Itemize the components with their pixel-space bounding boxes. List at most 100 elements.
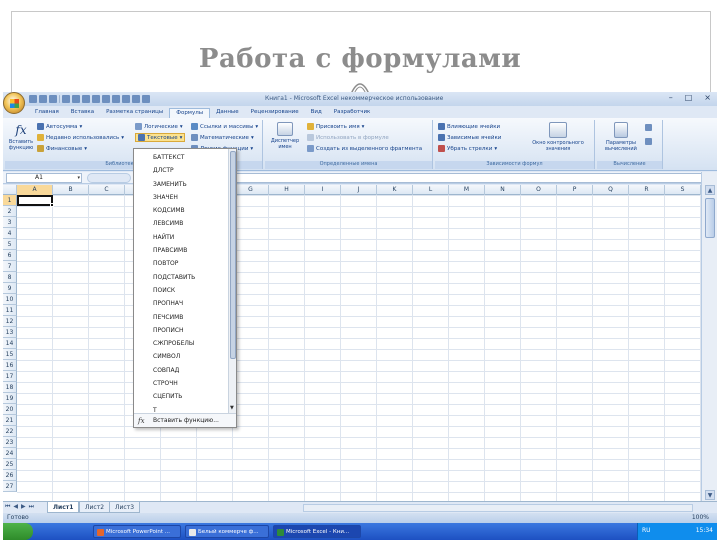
row-header[interactable]: 14 xyxy=(3,338,17,349)
trace-dependents-button[interactable]: Зависимые ячейки xyxy=(438,134,501,141)
dropdown-item[interactable]: НАЙТИ xyxy=(134,231,230,244)
row-header[interactable]: 7 xyxy=(3,261,17,272)
sheet-tab-2[interactable]: Лист2 xyxy=(79,502,111,513)
column-header[interactable]: I xyxy=(305,185,341,195)
tab-home[interactable]: Главная xyxy=(29,108,65,118)
tab-insert[interactable]: Вставка xyxy=(65,108,100,118)
dropdown-item[interactable]: КОДСИМВ xyxy=(134,204,230,217)
column-header[interactable]: S xyxy=(665,185,701,195)
dropdown-item[interactable]: СОВПАД xyxy=(134,364,230,377)
tab-developer[interactable]: Разработчик xyxy=(328,108,377,118)
close-button[interactable]: × xyxy=(704,93,711,102)
customize-qat-icon[interactable] xyxy=(142,95,150,103)
column-header[interactable]: O xyxy=(521,185,557,195)
column-header[interactable]: N xyxy=(485,185,521,195)
row-header[interactable]: 4 xyxy=(3,228,17,239)
calc-options-button[interactable]: Параметры вычислений xyxy=(599,122,643,152)
sheet-tab-1[interactable]: Лист1 xyxy=(47,502,80,513)
column-header[interactable]: M xyxy=(449,185,485,195)
row-header[interactable]: 18 xyxy=(3,382,17,393)
select-all-corner[interactable] xyxy=(3,185,17,195)
tab-view[interactable]: Вид xyxy=(305,108,328,118)
prev-sheet-icon[interactable]: ◀ xyxy=(13,503,18,511)
column-header[interactable]: K xyxy=(377,185,413,195)
row-header[interactable]: 11 xyxy=(3,305,17,316)
office-button[interactable] xyxy=(3,92,25,114)
column-header[interactable]: A xyxy=(17,185,53,195)
row-header[interactable]: 9 xyxy=(3,283,17,294)
last-sheet-icon[interactable]: ⏭ xyxy=(29,503,34,511)
preview-icon[interactable] xyxy=(92,95,100,103)
recently-used-button[interactable]: Недавно использовались ▾ xyxy=(37,134,124,141)
dropdown-scrollbar[interactable]: ▼ xyxy=(228,149,236,413)
use-in-formula-button[interactable]: Использовать в формуле xyxy=(307,134,389,141)
assign-name-button[interactable]: Присвоить имя ▾ xyxy=(307,123,364,130)
fill-handle[interactable] xyxy=(50,203,54,207)
row-header[interactable]: 3 xyxy=(3,217,17,228)
sheet-tab-3[interactable]: Лист3 xyxy=(109,502,141,513)
start-button[interactable] xyxy=(3,523,33,540)
logical-button[interactable]: Логические ▾ xyxy=(135,123,183,130)
redo-icon[interactable] xyxy=(49,95,57,103)
dropdown-item[interactable]: ПОДСТАВИТЬ xyxy=(134,271,230,284)
create-from-selection-button[interactable]: Создать из выделенного фрагмента xyxy=(307,145,422,152)
taskbar-item-excel[interactable]: Microsoft Excel - Кни... xyxy=(273,525,361,538)
taskbar-item-document[interactable]: Белый коммерче ф... xyxy=(185,525,269,538)
row-header[interactable]: 22 xyxy=(3,426,17,437)
dropdown-item[interactable]: ЗАМЕНИТЬ xyxy=(134,178,230,191)
row-header[interactable]: 10 xyxy=(3,294,17,305)
formula-input[interactable] xyxy=(235,173,709,183)
row-header[interactable]: 23 xyxy=(3,437,17,448)
insert-function-button[interactable]: fx Вставить функцию xyxy=(8,123,34,151)
row-header[interactable]: 1 xyxy=(3,195,17,206)
dropdown-item[interactable]: ПРОПНАЧ xyxy=(134,297,230,310)
taskbar-item-powerpoint[interactable]: Microsoft PowerPoint ... xyxy=(93,525,181,538)
row-header[interactable]: 17 xyxy=(3,371,17,382)
name-box[interactable]: A1 ▾ xyxy=(6,173,82,183)
row-header[interactable]: 12 xyxy=(3,316,17,327)
dropdown-item[interactable]: СИМВОЛ xyxy=(134,350,230,363)
save-icon[interactable] xyxy=(29,95,37,103)
undo-icon[interactable] xyxy=(39,95,47,103)
row-header[interactable]: 16 xyxy=(3,360,17,371)
chart-icon[interactable] xyxy=(122,95,130,103)
tab-formulas[interactable]: Формулы xyxy=(169,108,211,118)
row-header[interactable]: 19 xyxy=(3,393,17,404)
dropdown-item[interactable]: СЖПРОБЕЛЫ xyxy=(134,337,230,350)
calc-now-button[interactable] xyxy=(645,124,652,131)
dropdown-scroll-thumb[interactable] xyxy=(230,151,236,359)
row-header[interactable]: 26 xyxy=(3,470,17,481)
active-cell-a1[interactable] xyxy=(17,195,54,207)
row-header[interactable]: 21 xyxy=(3,415,17,426)
next-sheet-icon[interactable]: ▶ xyxy=(21,503,26,511)
column-header[interactable]: Q xyxy=(593,185,629,195)
text-functions-button[interactable]: Текстовые ▾ xyxy=(135,133,186,142)
scroll-down-icon[interactable]: ▼ xyxy=(705,490,715,500)
watch-window-button[interactable]: Окно контрольного значения xyxy=(527,122,589,152)
quick-access-toolbar[interactable] xyxy=(29,95,150,103)
column-header[interactable]: C xyxy=(89,185,125,195)
row-header[interactable]: 13 xyxy=(3,327,17,338)
new-icon[interactable] xyxy=(62,95,70,103)
dropdown-item[interactable]: ЗНАЧЕН xyxy=(134,191,230,204)
print-icon[interactable] xyxy=(82,95,90,103)
open-icon[interactable] xyxy=(72,95,80,103)
vertical-scrollbar[interactable]: ▲ ▼ xyxy=(701,172,717,502)
insert-function-menu-item[interactable]: fx Вставить функцию... xyxy=(134,413,236,427)
calc-sheet-button[interactable] xyxy=(645,138,652,145)
column-header[interactable]: P xyxy=(557,185,593,195)
cells-area[interactable] xyxy=(17,195,701,501)
tab-page-layout[interactable]: Разметка страницы xyxy=(100,108,169,118)
dropdown-item[interactable]: СЦЕПИТЬ xyxy=(134,390,230,403)
dropdown-item[interactable]: ПРАВСИМВ xyxy=(134,244,230,257)
column-header[interactable]: R xyxy=(629,185,665,195)
scroll-up-icon[interactable]: ▲ xyxy=(705,185,715,195)
autosum-button[interactable]: Автосумма ▾ xyxy=(37,123,82,130)
remove-arrows-button[interactable]: Убрать стрелки ▾ xyxy=(438,145,497,152)
row-header[interactable]: 8 xyxy=(3,272,17,283)
maximize-button[interactable]: □ xyxy=(685,93,693,102)
language-indicator[interactable]: RU xyxy=(642,527,651,534)
horizontal-scrollbar[interactable] xyxy=(303,504,693,512)
row-header[interactable]: 5 xyxy=(3,239,17,250)
row-header[interactable]: 2 xyxy=(3,206,17,217)
